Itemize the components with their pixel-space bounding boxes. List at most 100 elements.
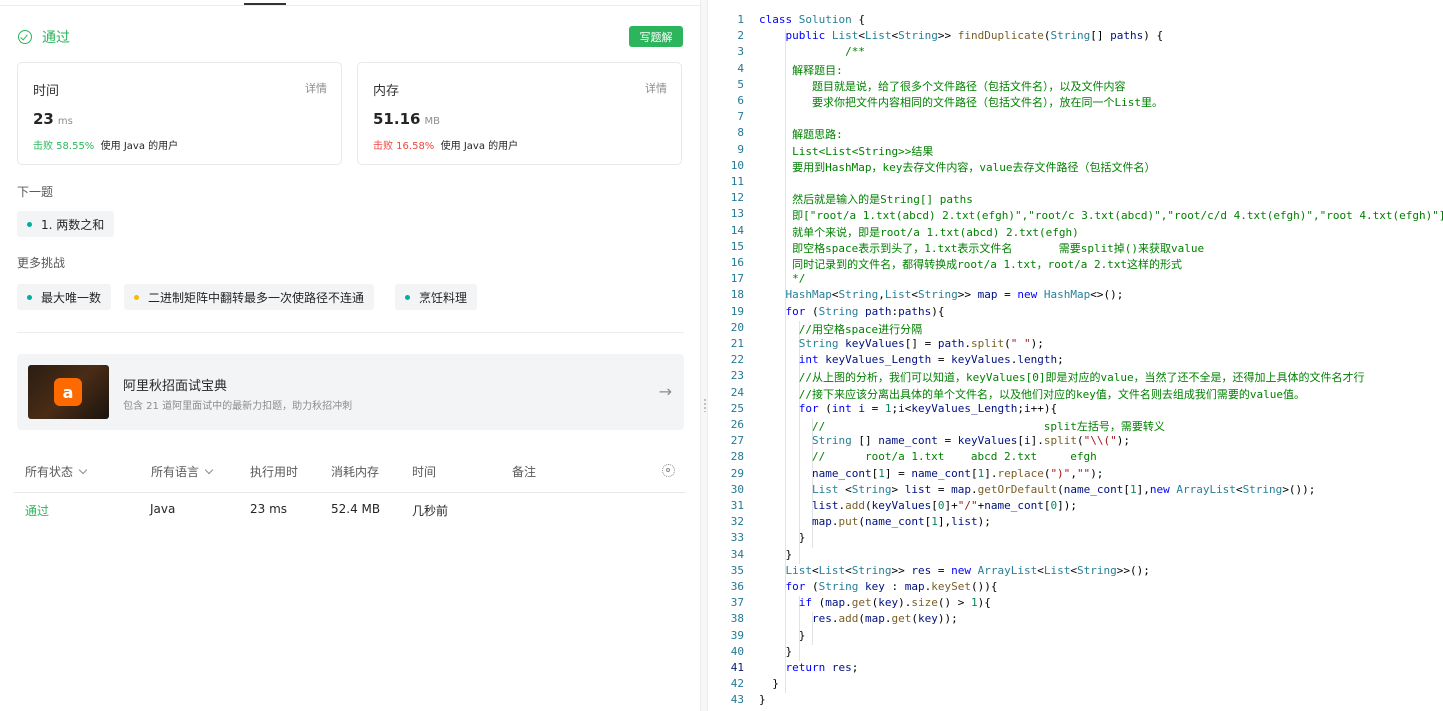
- line-number: 1: [737, 13, 744, 26]
- runtime-card: 时间 详情 23 ms 击败 58.55% 使用 Java 的用户: [17, 62, 342, 165]
- line-number: 40: [730, 644, 744, 658]
- line-number: 9: [737, 142, 744, 156]
- runtime-value: 23 ms: [33, 110, 73, 128]
- code-line[interactable]: 解题思路:: [759, 126, 843, 142]
- tab-bar-divider: [0, 5, 700, 6]
- alibaba-logo-icon: a: [54, 378, 82, 406]
- memory-card: 内存 详情 51.16 MB 击败 16.58% 使用 Java 的用户: [357, 62, 682, 165]
- memory-beat-percent: 击败 16.58%: [373, 141, 435, 152]
- code-line[interactable]: }: [759, 548, 792, 561]
- line-number: 12: [730, 191, 744, 205]
- line-number: 13: [730, 207, 744, 221]
- next-problem-chip[interactable]: 1. 两数之和: [17, 211, 115, 237]
- line-number: 2: [737, 29, 744, 43]
- challenge-chip[interactable]: 最大唯一数: [17, 284, 112, 310]
- next-problem-title: 1. 两数之和: [41, 217, 105, 232]
- memory-number: 51.16: [373, 110, 421, 128]
- code-line[interactable]: list.add(keyValues[0]+"/"+name_cont[0]);: [759, 499, 1077, 512]
- code-line[interactable]: // root/a 1.txt abcd 2.txt efgh: [759, 450, 1097, 463]
- code-line[interactable]: public List<List<String>> findDuplicate(…: [759, 29, 1164, 42]
- language-filter[interactable]: 所有语言: [151, 463, 214, 480]
- memory-detail-link[interactable]: 详情: [645, 80, 667, 96]
- promo-title: 阿里秋招面试宝典: [123, 379, 228, 394]
- code-line[interactable]: }: [759, 645, 792, 658]
- row-status-link[interactable]: 通过: [25, 502, 49, 519]
- line-number: 22: [730, 353, 744, 367]
- code-line[interactable]: int keyValues_Length = keyValues.length;: [759, 353, 1064, 366]
- code-line[interactable]: res.add(map.get(key));: [759, 612, 958, 625]
- promo-logo: a: [28, 365, 109, 419]
- code-line[interactable]: 然后就是输入的是String[] paths: [759, 191, 973, 207]
- code-line[interactable]: name_cont[1] = name_cont[1].replace(")",…: [759, 467, 1103, 480]
- code-line[interactable]: class Solution {: [759, 13, 865, 26]
- code-line[interactable]: String keyValues[] = path.split(" ");: [759, 337, 1044, 350]
- code-line[interactable]: 即空格space表示到头了，1.txt表示文件名 需要split掉()来获取va…: [759, 240, 1204, 256]
- line-number: 31: [730, 499, 744, 512]
- code-editor[interactable]: 1 class Solution { 2 public List<List<Stri…: [708, 0, 1443, 711]
- code-line[interactable]: }: [759, 693, 766, 706]
- code-line[interactable]: String [] name_cont = keyValues[i].split…: [759, 434, 1130, 447]
- line-number: 10: [730, 158, 744, 172]
- write-solution-button[interactable]: 写题解: [629, 26, 683, 47]
- line-number: 16: [730, 256, 744, 269]
- code-line[interactable]: }: [759, 677, 779, 690]
- next-problem-label: 下一题: [17, 185, 54, 199]
- code-line[interactable]: List <String> list = map.getOrDefault(na…: [759, 483, 1315, 496]
- gear-icon[interactable]: [662, 464, 675, 477]
- promo-banner[interactable]: a 阿里秋招面试宝典 包含 21 道阿里面试中的最新力扣题，助力秋招冲刺 →: [17, 354, 684, 430]
- code-line[interactable]: // split左括号，需要转义: [759, 418, 1165, 434]
- code-line[interactable]: return res;: [759, 661, 859, 674]
- line-number: 6: [737, 94, 744, 107]
- code-line[interactable]: 要用到HashMap，key去存文件内容，value去存文件路径（包括文件名）: [759, 159, 1155, 175]
- runtime-title: 时间: [33, 84, 60, 99]
- line-number: 28: [730, 450, 744, 464]
- challenge-chip[interactable]: 二进制矩阵中翻转最多一次使路径不连通: [124, 284, 375, 310]
- line-number: 35: [730, 563, 744, 577]
- code-line[interactable]: if (map.get(key).size() > 1){: [759, 596, 991, 609]
- note-header: 备注: [512, 465, 537, 479]
- code-line[interactable]: }: [759, 531, 806, 544]
- code-line[interactable]: //从上图的分析，我们可以知道，keyValues[0]即是对应的value，当…: [759, 369, 1365, 385]
- code-line[interactable]: /**: [759, 45, 865, 58]
- code-line[interactable]: 要求你把文件内容相同的文件路径（包括文件名），放在同一个List里。: [759, 94, 1163, 110]
- code-line[interactable]: for (String path:paths){: [759, 305, 945, 318]
- line-number: 34: [730, 547, 744, 561]
- more-challenges-label: 更多挑战: [17, 256, 66, 270]
- challenge-chip[interactable]: 烹饪料理: [395, 284, 478, 310]
- runtime-unit: ms: [57, 116, 73, 127]
- memory-beat-suffix: 使用 Java 的用户: [440, 141, 519, 152]
- code-line[interactable]: //用空格space进行分隔: [759, 321, 922, 337]
- memory-unit: MB: [424, 116, 440, 127]
- challenge-title: 二进制矩阵中翻转最多一次使路径不连通: [148, 290, 365, 305]
- line-number: 15: [730, 239, 744, 253]
- code-line[interactable]: 题目就是说，给了很多个文件路径（包括文件名），以及文件内容: [759, 78, 1126, 94]
- line-number: 43: [730, 693, 744, 707]
- panel-resize-handle[interactable]: [700, 0, 708, 711]
- code-line[interactable]: for (int i = 1;i<keyValues_Length;i++){: [759, 402, 1057, 415]
- code-line[interactable]: map.put(name_cont[1],list);: [759, 515, 991, 528]
- status-filter[interactable]: 所有状态: [25, 463, 88, 480]
- code-line[interactable]: List<List<String>>结果: [759, 143, 933, 159]
- code-line[interactable]: 同时记录到的文件名，都得转换成root/a 1.txt，root/a 2.txt…: [759, 256, 1182, 272]
- line-number: 32: [730, 515, 744, 529]
- row-time: 几秒前: [412, 504, 449, 518]
- line-number: 17: [730, 272, 744, 286]
- line-number: 11: [730, 175, 744, 188]
- runtime-detail-link[interactable]: 详情: [305, 80, 327, 96]
- difficulty-dot-icon: [27, 221, 32, 227]
- code-line[interactable]: */: [759, 272, 805, 285]
- line-number: 38: [730, 612, 744, 626]
- code-line[interactable]: 就单个来说，即是root/a 1.txt(abcd) 2.txt(efgh): [759, 224, 1079, 240]
- code-line[interactable]: List<List<String>> res = new ArrayList<L…: [759, 564, 1150, 577]
- line-number: 4: [737, 61, 744, 75]
- code-line[interactable]: for (String key : map.keySet()){: [759, 580, 998, 593]
- code-line[interactable]: 即["root/a 1.txt(abcd) 2.txt(efgh)","root…: [759, 207, 1443, 223]
- code-line[interactable]: 解释题目:: [759, 62, 843, 78]
- line-number: 37: [730, 596, 744, 610]
- code-line[interactable]: //接下来应该分离出具体的单个文件名，以及他们对应的key值，文件名则去组成我们…: [759, 386, 1305, 402]
- code-line[interactable]: }: [759, 629, 806, 642]
- line-number: 30: [730, 482, 744, 496]
- arrow-right-icon[interactable]: →: [659, 382, 672, 401]
- drag-grip-icon[interactable]: [704, 398, 706, 412]
- code-line[interactable]: HashMap<String,List<String>> map = new H…: [759, 288, 1124, 301]
